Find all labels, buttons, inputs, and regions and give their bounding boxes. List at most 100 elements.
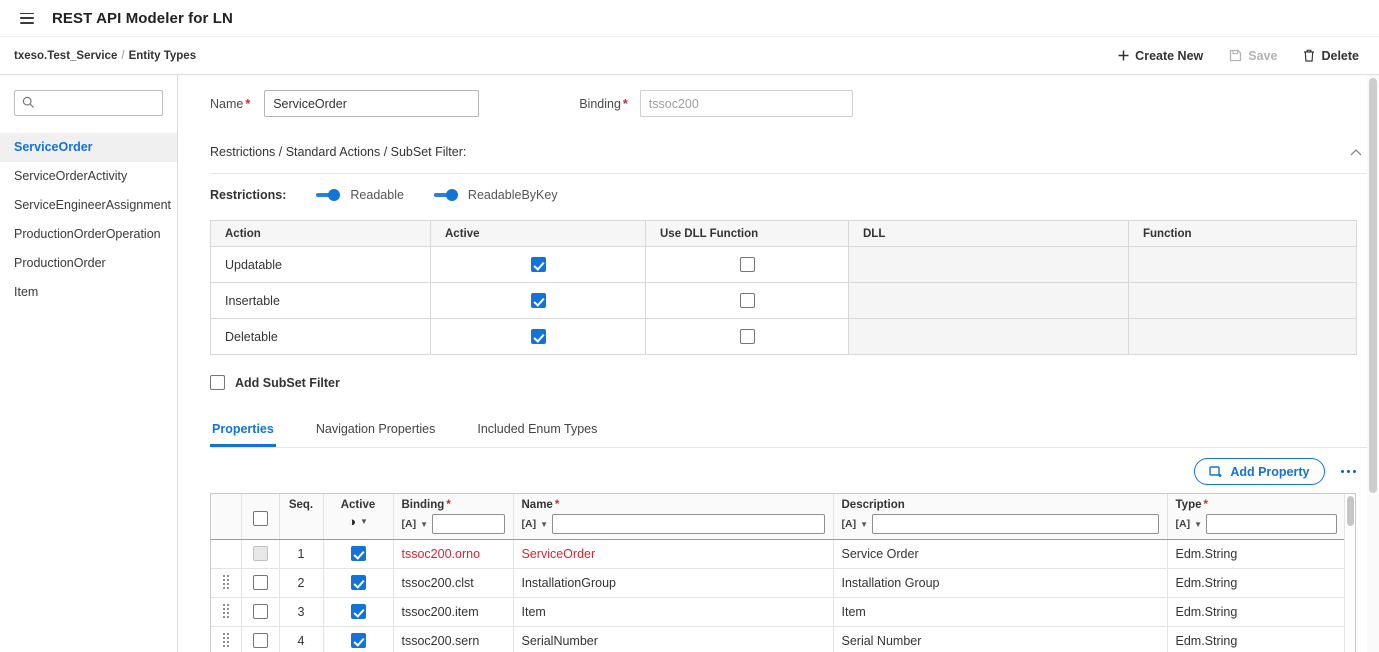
page-scrollbar-thumb[interactable] [1369, 78, 1377, 493]
chevron-down-icon[interactable]: ▼ [420, 520, 428, 529]
sidebar-item-serviceengineerassignment[interactable]: ServiceEngineerAssignment [0, 191, 177, 220]
name-cell: ServiceOrder [513, 539, 833, 568]
sidebar-item-serviceorder[interactable]: ServiceOrder [0, 133, 177, 162]
required-marker: * [245, 97, 250, 111]
action-row-updatable: Updatable [211, 247, 1357, 283]
breadcrumb-service[interactable]: txeso.Test_Service [14, 50, 117, 62]
use-dll-checkbox[interactable] [740, 257, 755, 272]
chevron-down-icon[interactable]: ▼ [860, 520, 868, 529]
sidebar-item-serviceorderactivity[interactable]: ServiceOrderActivity [0, 162, 177, 191]
active-checkbox[interactable] [351, 546, 366, 561]
row-select-checkbox[interactable] [253, 604, 268, 619]
dll-column-header: DLL [849, 221, 1129, 247]
chevron-down-icon[interactable]: ▼ [360, 517, 368, 526]
required-marker: * [623, 97, 628, 111]
name-field[interactable] [264, 90, 479, 117]
readablebykey-toggle[interactable] [434, 189, 458, 201]
restrictions-section-header: Restrictions / Standard Actions / SubSet… [210, 141, 1368, 163]
tab-properties[interactable]: Properties [210, 418, 276, 447]
table-scrollbar[interactable] [1344, 494, 1355, 652]
save-button[interactable]: Save [1229, 49, 1277, 63]
active-checkbox[interactable] [351, 575, 366, 590]
sidebar-item-productionorderoperation[interactable]: ProductionOrderOperation [0, 220, 177, 249]
readable-toggle-label: Readable [350, 188, 404, 202]
active-checkbox[interactable] [531, 293, 546, 308]
active-checkbox[interactable] [351, 604, 366, 619]
actions-table-body: UpdatableInsertableDeletable [211, 247, 1357, 355]
function-cell [1129, 247, 1357, 283]
active-cell [323, 626, 393, 652]
active-checkbox[interactable] [531, 257, 546, 272]
add-property-icon [1209, 465, 1223, 479]
seq-cell: 4 [279, 626, 323, 652]
menu-icon[interactable] [20, 13, 34, 24]
sidebar-item-item[interactable]: Item [0, 278, 177, 307]
chevron-down-icon[interactable]: ▼ [540, 520, 548, 529]
use-dll-checkbox[interactable] [740, 293, 755, 308]
action-name-cell: Insertable [211, 283, 431, 319]
description-column-header: Description [A]▼ [833, 494, 1167, 539]
seq-cell: 2 [279, 568, 323, 597]
add-property-button[interactable]: Add Property [1194, 458, 1324, 485]
more-options-button[interactable] [1339, 466, 1359, 478]
description-filter-type[interactable]: [A] [842, 518, 857, 530]
active-cell [431, 247, 646, 283]
add-subset-filter-checkbox[interactable] [210, 375, 225, 390]
seq-column-header: Seq. [279, 494, 323, 539]
name-filter-input[interactable] [552, 514, 825, 534]
tab-navigation-properties[interactable]: Navigation Properties [314, 418, 438, 447]
table-scrollbar-thumb[interactable] [1347, 496, 1354, 526]
binding-column-header: Binding* [A]▼ [393, 494, 513, 539]
sidebar: ServiceOrderServiceOrderActivityServiceE… [0, 75, 178, 652]
property-row: 2tssoc200.clstInstallationGroupInstallat… [211, 568, 1345, 597]
active-prop-column-header: Active ◑▼ [323, 494, 393, 539]
action-row-deletable: Deletable [211, 319, 1357, 355]
name-filter-type[interactable]: [A] [522, 518, 537, 530]
tab-included-enum-types[interactable]: Included Enum Types [475, 418, 599, 447]
action-name-cell: Updatable [211, 247, 431, 283]
drag-handle-icon[interactable] [222, 603, 230, 618]
name-label: Name* [210, 97, 250, 111]
active-filter-icon[interactable]: ◑ [348, 514, 356, 529]
binding-cell: tssoc200.item [393, 597, 513, 626]
main-panel: Name* Binding* Restrictions / Standard A… [178, 75, 1379, 652]
type-cell: Edm.String [1167, 597, 1345, 626]
active-checkbox[interactable] [531, 329, 546, 344]
action-column-header: Action [211, 221, 431, 247]
sidebar-item-productionorder[interactable]: ProductionOrder [0, 249, 177, 278]
chevron-down-icon[interactable]: ▼ [1194, 520, 1202, 529]
description-cell: Service Order [833, 539, 1167, 568]
binding-cell: tssoc200.sern [393, 626, 513, 652]
breadcrumb-current: Entity Types [129, 50, 197, 62]
use-dll-checkbox[interactable] [740, 329, 755, 344]
type-filter-type[interactable]: [A] [1176, 518, 1191, 530]
collapse-section-button[interactable] [1344, 141, 1368, 163]
function-cell [1129, 319, 1357, 355]
name-cell: InstallationGroup [513, 568, 833, 597]
delete-button[interactable]: Delete [1303, 49, 1359, 63]
readable-toggle[interactable] [316, 189, 340, 201]
active-checkbox[interactable] [351, 633, 366, 648]
search-input[interactable] [14, 90, 163, 116]
binding-filter-type[interactable]: [A] [402, 518, 417, 530]
type-filter-input[interactable] [1206, 514, 1337, 534]
binding-filter-input[interactable] [432, 514, 505, 534]
row-select-cell [241, 597, 279, 626]
function-cell [1129, 283, 1357, 319]
action-name-cell: Deletable [211, 319, 431, 355]
row-select-checkbox[interactable] [253, 575, 268, 590]
description-filter-input[interactable] [872, 514, 1159, 534]
type-column-header: Type* [A]▼ [1167, 494, 1345, 539]
row-select-checkbox[interactable] [253, 633, 268, 648]
sidebar-list: ServiceOrderServiceOrderActivityServiceE… [0, 133, 177, 307]
action-row-insertable: Insertable [211, 283, 1357, 319]
restrictions-section-title: Restrictions / Standard Actions / SubSet… [210, 145, 466, 159]
active-column-header: Active [431, 221, 646, 247]
create-new-button[interactable]: Create New [1118, 49, 1203, 63]
drag-handle-icon[interactable] [222, 574, 230, 589]
select-all-checkbox[interactable] [253, 511, 268, 526]
drag-handle-icon[interactable] [222, 632, 230, 647]
row-select-cell [241, 626, 279, 652]
page-scrollbar[interactable] [1367, 75, 1379, 652]
save-icon [1229, 49, 1242, 62]
